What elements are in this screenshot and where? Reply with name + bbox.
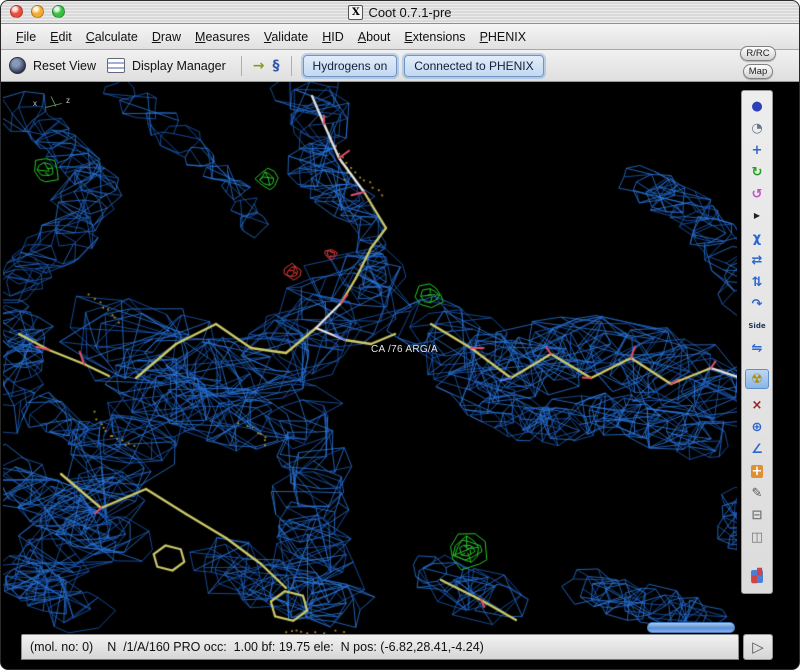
hscrollbar-thumb[interactable] xyxy=(647,622,735,633)
menu-draw[interactable]: Draw xyxy=(145,27,188,47)
toolbar-separator xyxy=(290,55,292,76)
menu-measures[interactable]: Measures xyxy=(188,27,257,47)
toolbar-icons: → § xyxy=(253,59,280,73)
window-controls xyxy=(10,5,65,18)
residue-label: CA /76 ARG/A xyxy=(371,344,438,355)
axis-z-label: z xyxy=(66,96,70,105)
reset-view-button[interactable]: Reset View xyxy=(33,59,96,73)
move-atoms-icon[interactable]: + xyxy=(745,140,769,160)
reset-view-icon[interactable] xyxy=(9,57,26,74)
sequence-view-icon[interactable]: § xyxy=(273,59,280,73)
bottom-frame xyxy=(1,660,799,669)
rotamer-icon[interactable]: ↷ xyxy=(745,294,769,314)
toolbar-separator xyxy=(240,55,242,76)
toolbar: Reset View Display Manager → § Hydrogens … xyxy=(1,50,799,82)
expander-icon[interactable]: ▶ xyxy=(745,206,769,226)
status-expander-button[interactable]: ▷ xyxy=(743,634,773,660)
status-bar: (mol. no: 0) N /1/A/160 PRO occ: 1.00 bf… xyxy=(21,634,739,660)
sphere-icon[interactable]: ● xyxy=(745,96,769,116)
menu-edit[interactable]: Edit xyxy=(43,27,79,47)
add-terminal-residue-icon[interactable]: + xyxy=(745,461,769,481)
mutate-icon[interactable]: × xyxy=(745,395,769,415)
x11-icon: X xyxy=(348,4,364,20)
menu-extensions[interactable]: Extensions xyxy=(397,27,472,47)
go-to-atom-icon[interactable]: → xyxy=(253,59,265,73)
right-toolbar: ● ◔ + ↻ ↺ ▶ χ ⇄ ⇅ ↷ Side ⇋ ☢ × ⊕ ∠ + ✎ ⊟… xyxy=(741,90,773,594)
display-manager-icon[interactable] xyxy=(107,58,125,73)
expander-triangle-icon: ▷ xyxy=(752,638,764,656)
menu-file[interactable]: File xyxy=(9,27,43,47)
titlebar: X Coot 0.7.1-pre xyxy=(1,1,799,24)
minimize-button[interactable] xyxy=(31,5,44,18)
rotate-translate-icon[interactable]: ↺ xyxy=(745,184,769,204)
side-chain-icon[interactable]: Side xyxy=(745,316,769,336)
find-waters-icon[interactable]: ⊕ xyxy=(745,417,769,437)
status-row: (mol. no: 0) N /1/A/160 PRO occ: 1.00 bf… xyxy=(1,634,799,660)
pencil-icon[interactable]: ✎ xyxy=(745,483,769,503)
menu-validate[interactable]: Validate xyxy=(257,27,315,47)
axes-widget: x z xyxy=(33,94,77,116)
measure-icon[interactable]: ∠ xyxy=(745,439,769,459)
map-button[interactable]: Map xyxy=(742,64,774,79)
menubar: File Edit Calculate Draw Measures Valida… xyxy=(1,24,799,50)
window-title-area: X Coot 0.7.1-pre xyxy=(1,1,799,23)
gl-viewport[interactable] xyxy=(3,82,737,634)
status-mol-number: (mol. no: 0) xyxy=(30,640,94,654)
eraser-icon[interactable]: ◫ xyxy=(745,527,769,547)
gl-viewport-wrap: x z CA /76 ARG/A xyxy=(3,82,737,634)
rrc-button[interactable]: R/RC xyxy=(740,46,776,61)
right-pill-buttons: R/RC Map xyxy=(740,46,776,79)
chi-angles-icon[interactable]: χ xyxy=(745,228,769,248)
globe-icon[interactable]: ◔ xyxy=(745,118,769,138)
zoom-button[interactable] xyxy=(52,5,65,18)
delete-icon[interactable]: ⊟ xyxy=(745,505,769,525)
phenix-status-button[interactable]: Connected to PHENIX xyxy=(404,54,544,77)
display-manager-button[interactable]: Display Manager xyxy=(132,59,226,73)
menu-phenix[interactable]: PHENIX xyxy=(473,27,534,47)
backbone-icon[interactable]: ⇋ xyxy=(745,338,769,358)
window-title: Coot 0.7.1-pre xyxy=(368,4,452,20)
radiation-icon[interactable]: ☢ xyxy=(745,369,769,389)
menu-about[interactable]: About xyxy=(351,27,398,47)
menu-hid[interactable]: HID xyxy=(315,27,351,47)
menu-calculate[interactable]: Calculate xyxy=(79,27,145,47)
axis-x-label: x xyxy=(33,99,37,108)
app-window: X Coot 0.7.1-pre File Edit Calculate Dra… xyxy=(0,0,800,670)
flip-peptide-icon[interactable]: ⇄ xyxy=(745,250,769,270)
torsion-icon[interactable]: ⇅ xyxy=(745,272,769,292)
main-area: x z CA /76 ARG/A ● ◔ + ↻ ↺ ▶ χ ⇄ ⇅ ↷ Sid… xyxy=(1,82,799,634)
hydrogens-toggle-button[interactable]: Hydrogens on xyxy=(302,54,398,77)
screenshot-icon[interactable]: ▞ xyxy=(745,566,769,586)
status-atom-info: N /1/A/160 PRO occ: 1.00 bf: 19.75 ele: … xyxy=(107,640,484,654)
real-space-refine-icon[interactable]: ↻ xyxy=(745,162,769,182)
close-button[interactable] xyxy=(10,5,23,18)
